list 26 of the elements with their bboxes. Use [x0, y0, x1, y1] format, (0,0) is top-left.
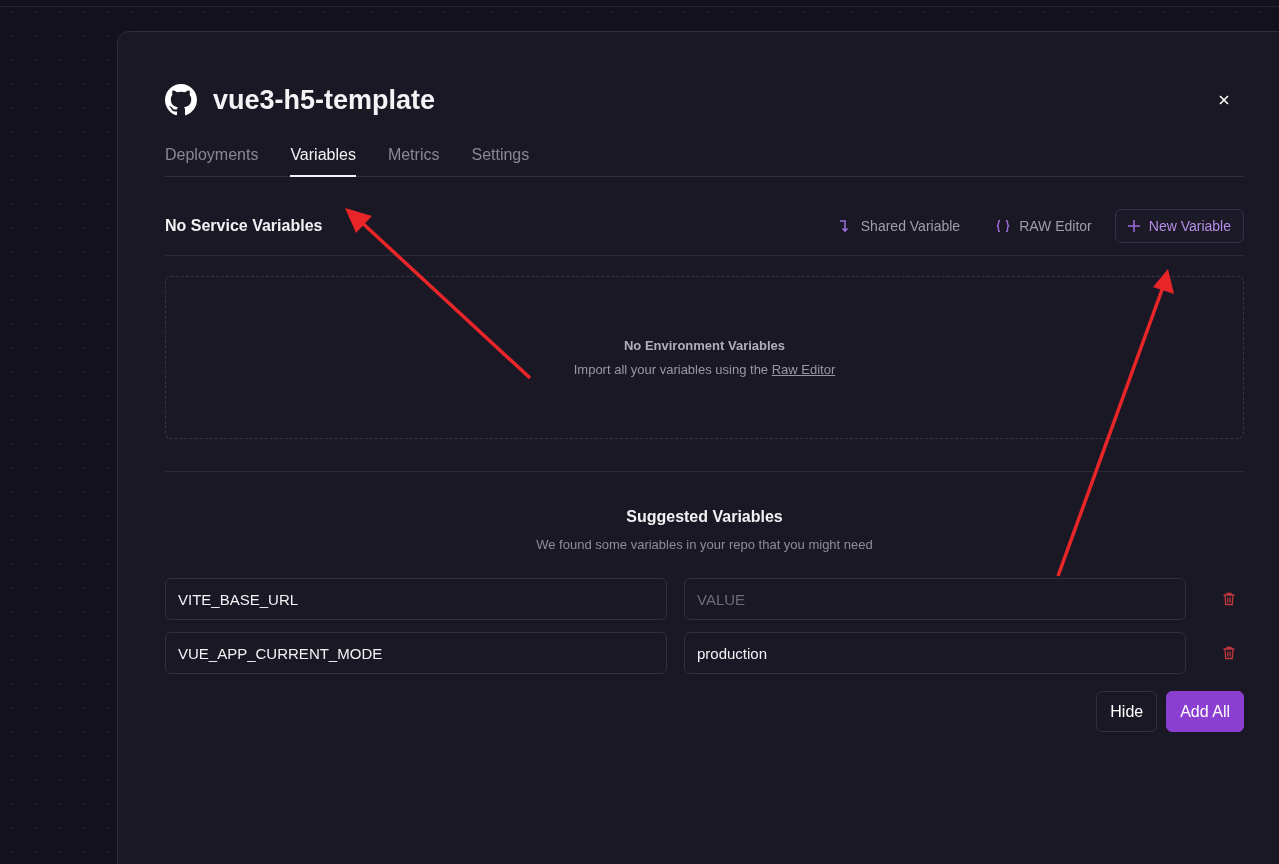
shared-variable-button[interactable]: Shared Variable — [824, 209, 974, 243]
section-title: No Service Variables — [165, 217, 323, 235]
variable-value-field[interactable]: production — [684, 632, 1186, 674]
suggested-subtitle: We found some variables in your repo that you might need — [536, 537, 873, 552]
plus-icon — [1127, 220, 1140, 232]
trash-icon[interactable] — [1221, 591, 1237, 607]
raw-editor-button[interactable]: RAW Editor — [983, 209, 1105, 243]
tab[interactable]: Variables — [290, 137, 356, 177]
tab[interactable]: Settings — [471, 137, 530, 177]
suggested-title: Suggested Variables — [626, 508, 783, 526]
variable-name-field[interactable]: VUE_APP_CURRENT_MODE — [165, 632, 667, 674]
hide-button[interactable]: Hide — [1096, 691, 1158, 732]
tab[interactable]: Metrics — [387, 137, 440, 177]
empty-state-title: No Environment Variables — [623, 338, 786, 353]
add-all-button[interactable]: Add All — [1166, 691, 1244, 732]
empty-state-text: Import all your variables using the Raw Editor — [573, 362, 836, 377]
project-title: vue3-h5-template — [213, 84, 436, 116]
octocat-logo-icon — [165, 84, 197, 116]
variable-value-field[interactable]: VALUE — [684, 578, 1186, 620]
new-variable-button[interactable]: New Variable — [1114, 209, 1244, 243]
trash-icon[interactable] — [1221, 645, 1237, 661]
close-icon[interactable] — [1217, 93, 1231, 107]
raw-editor-link[interactable]: Raw Editor — [771, 362, 836, 377]
tab[interactable]: Deployments — [165, 137, 259, 177]
braces-icon — [996, 219, 1011, 233]
variable-name-field[interactable]: VITE_BASE_URL — [165, 578, 667, 620]
